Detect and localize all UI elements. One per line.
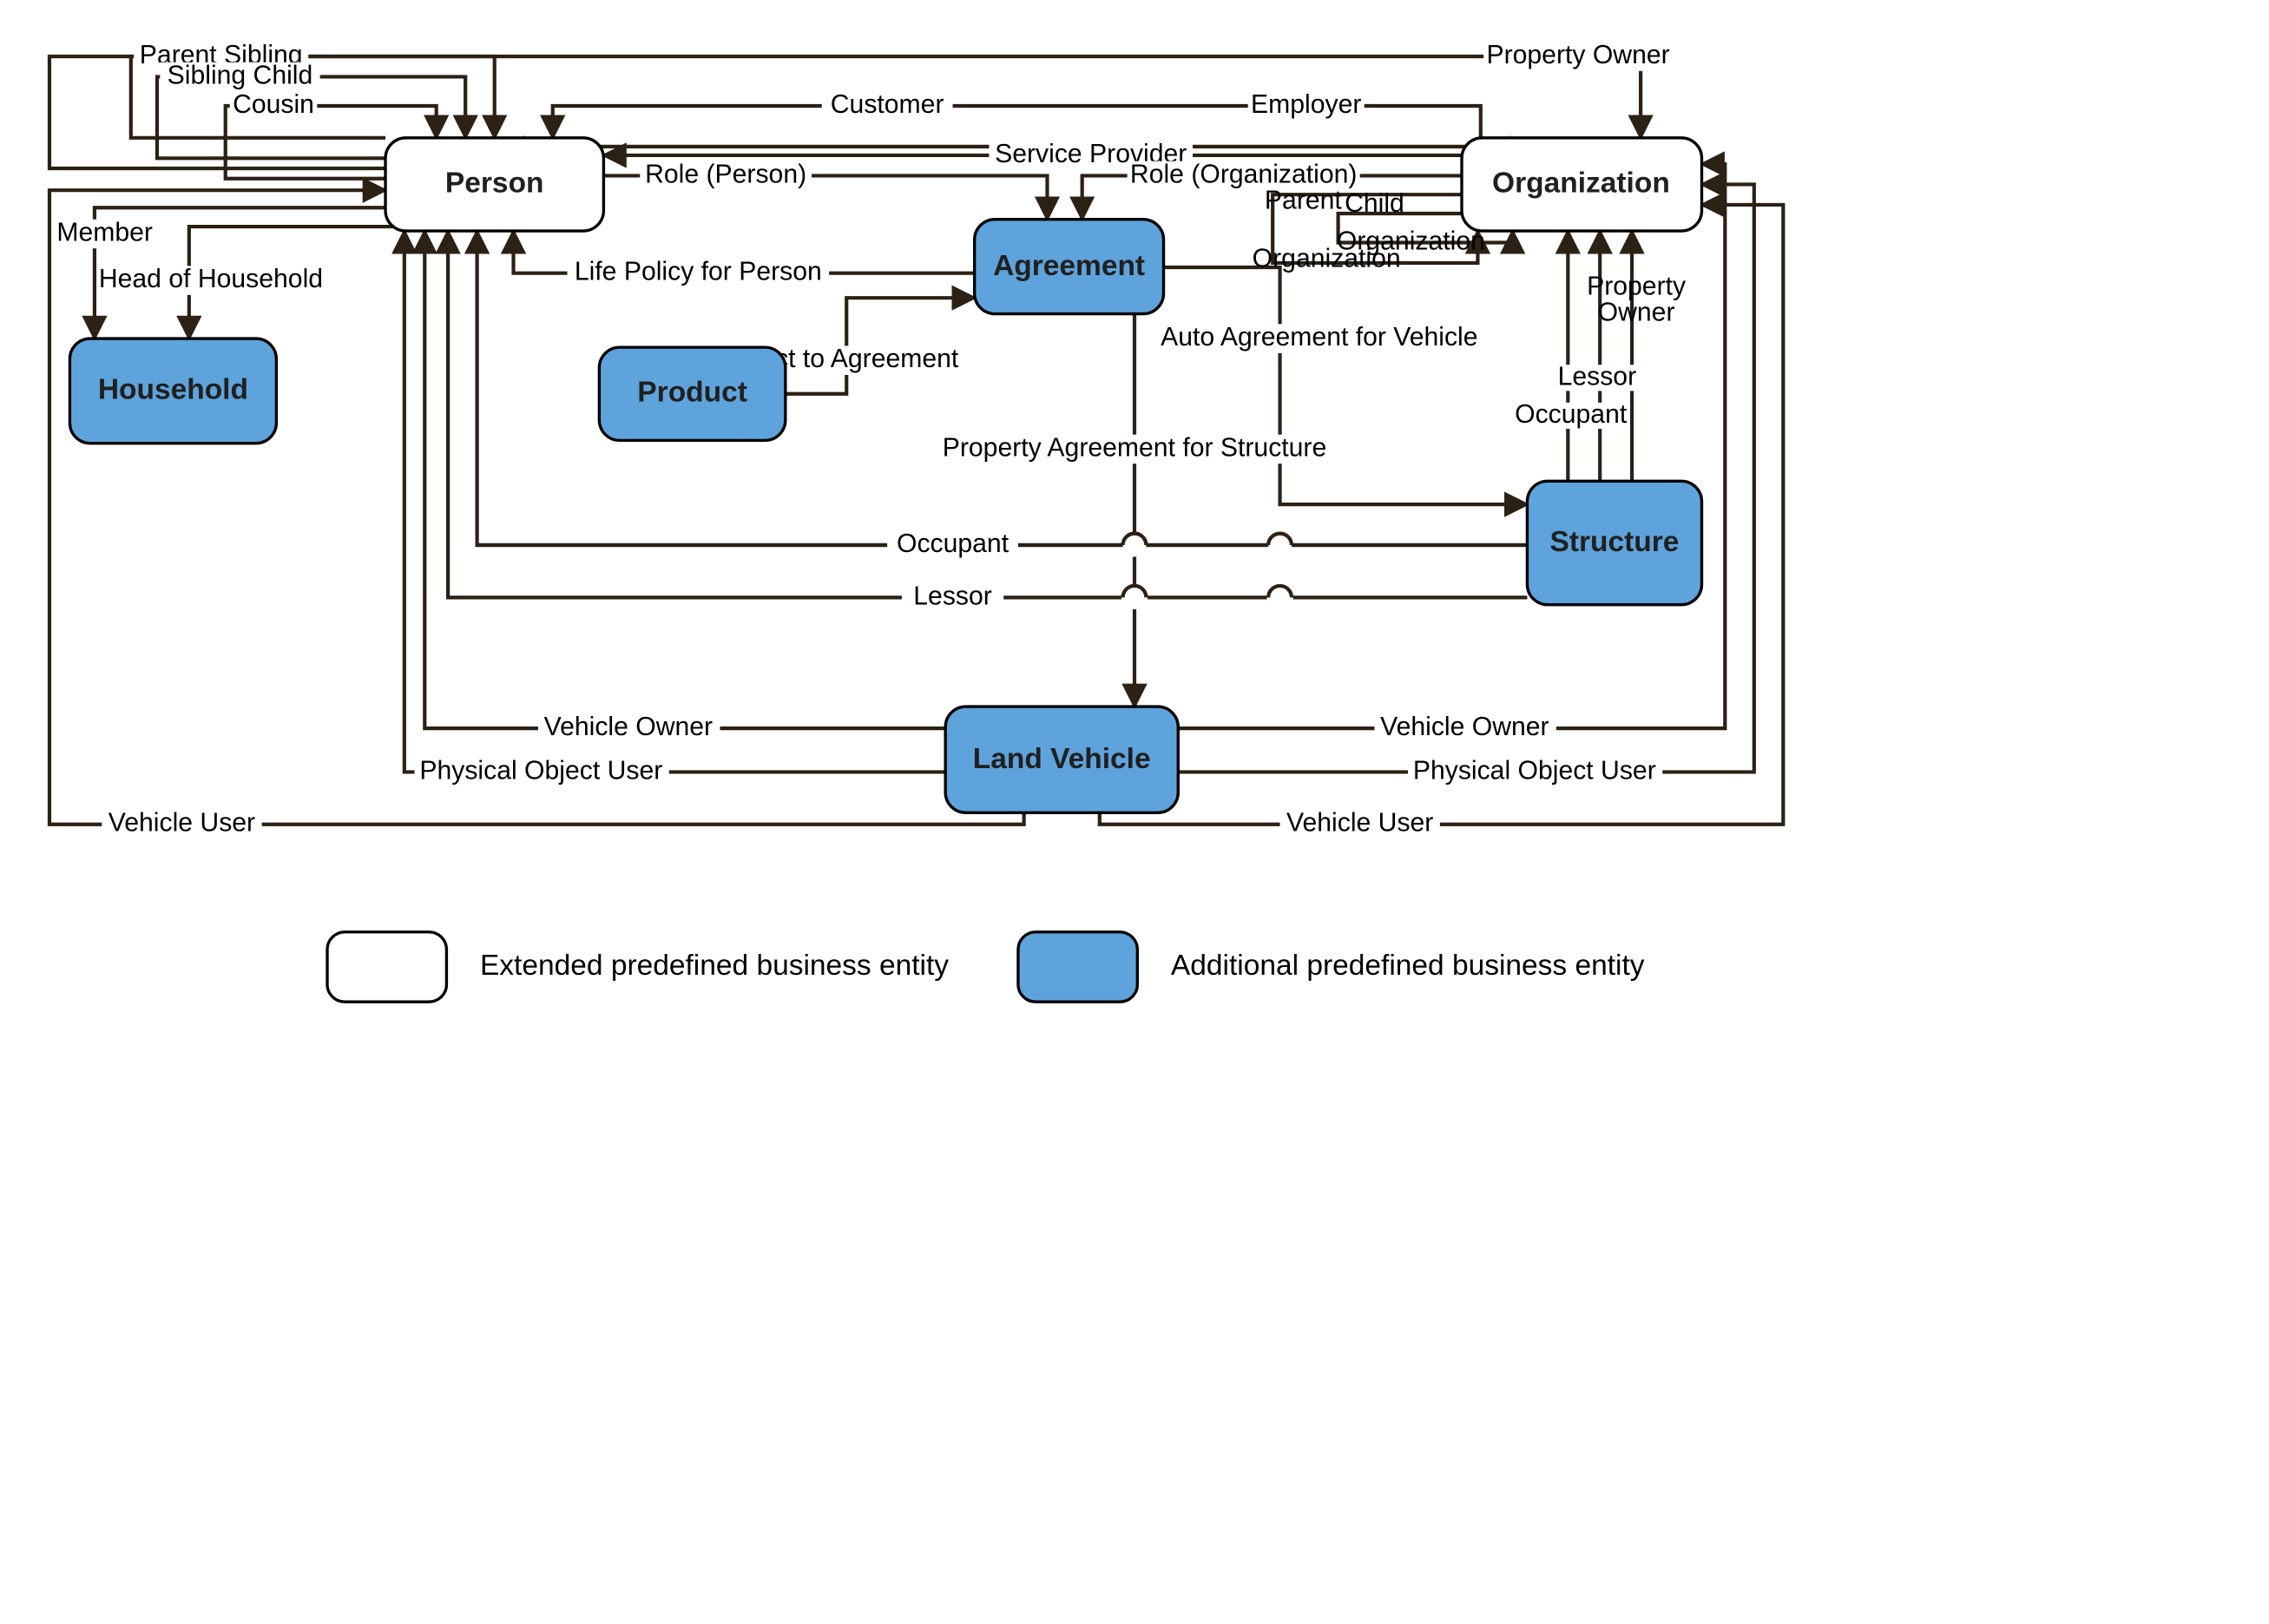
svg-text:Parent: Parent	[1265, 187, 1342, 215]
svg-text:Customer: Customer	[831, 90, 944, 119]
svg-text:Physical Object User: Physical Object User	[1413, 756, 1656, 785]
svg-text:Agreement: Agreement	[993, 250, 1145, 282]
svg-text:Lessor: Lessor	[1558, 362, 1637, 391]
svg-text:Organization: Organization	[1492, 167, 1670, 199]
entity-agreement: Agreement	[975, 220, 1164, 314]
svg-text:Head of Household: Head of Household	[99, 265, 323, 293]
entity-land-vehicle: Land Vehicle	[945, 707, 1178, 812]
svg-text:Organization: Organization	[1337, 227, 1485, 255]
svg-text:Property: Property	[1587, 272, 1687, 300]
entity-person: Person	[385, 138, 603, 231]
legend: Extended predefined business entity Addi…	[327, 932, 1645, 1002]
edge-vehicle-owner-person	[424, 231, 945, 728]
entity-product: Product	[599, 347, 785, 440]
svg-text:Person: Person	[445, 167, 544, 199]
svg-text:Owner: Owner	[1598, 299, 1675, 327]
svg-text:Lessor: Lessor	[913, 582, 992, 610]
edge-physical-object-user-person	[404, 231, 945, 772]
svg-text:Occupant: Occupant	[1515, 400, 1628, 429]
svg-text:Occupant: Occupant	[897, 529, 1010, 558]
svg-text:Cousin: Cousin	[233, 90, 314, 119]
svg-text:Member: Member	[56, 218, 153, 247]
svg-text:Physical Object User: Physical Object User	[419, 756, 662, 785]
svg-text:Extended predefined business e: Extended predefined business entity	[480, 950, 949, 982]
entity-relationship-diagram: Parent Sibling Sibling Child Cousin Memb…	[0, 0, 2269, 1624]
svg-text:Additional predefined business: Additional predefined business entity	[1171, 950, 1645, 982]
svg-text:Child: Child	[1345, 189, 1404, 218]
svg-text:Product: Product	[637, 377, 747, 409]
svg-text:Employer: Employer	[1251, 90, 1361, 119]
svg-text:Vehicle User: Vehicle User	[109, 809, 255, 838]
svg-text:Land Vehicle: Land Vehicle	[973, 743, 1151, 775]
svg-text:Auto Agreement for Vehicle: Auto Agreement for Vehicle	[1161, 323, 1477, 352]
svg-text:Life Policy for Person: Life Policy for Person	[575, 258, 822, 286]
svg-text:Property Agreement for Structu: Property Agreement for Structure	[943, 433, 1327, 462]
entity-structure: Structure	[1527, 481, 1701, 604]
entity-household: Household	[69, 339, 276, 444]
svg-text:Vehicle User: Vehicle User	[1286, 809, 1433, 838]
svg-text:Vehicle Owner: Vehicle Owner	[544, 713, 713, 741]
svg-text:Vehicle Owner: Vehicle Owner	[1380, 713, 1549, 741]
edge-property-agreement	[1164, 267, 1528, 504]
svg-text:Role (Person): Role (Person)	[645, 160, 806, 188]
entity-organization: Organization	[1462, 138, 1701, 231]
svg-text:Sibling Child: Sibling Child	[168, 61, 313, 89]
svg-text:Structure: Structure	[1550, 526, 1680, 558]
edge-labels: Parent Sibling Sibling Child Cousin Memb…	[56, 41, 1687, 839]
svg-text:Household: Household	[98, 373, 248, 405]
svg-text:Role (Organization): Role (Organization)	[1130, 160, 1357, 188]
svg-text:Property Owner: Property Owner	[1486, 41, 1669, 69]
